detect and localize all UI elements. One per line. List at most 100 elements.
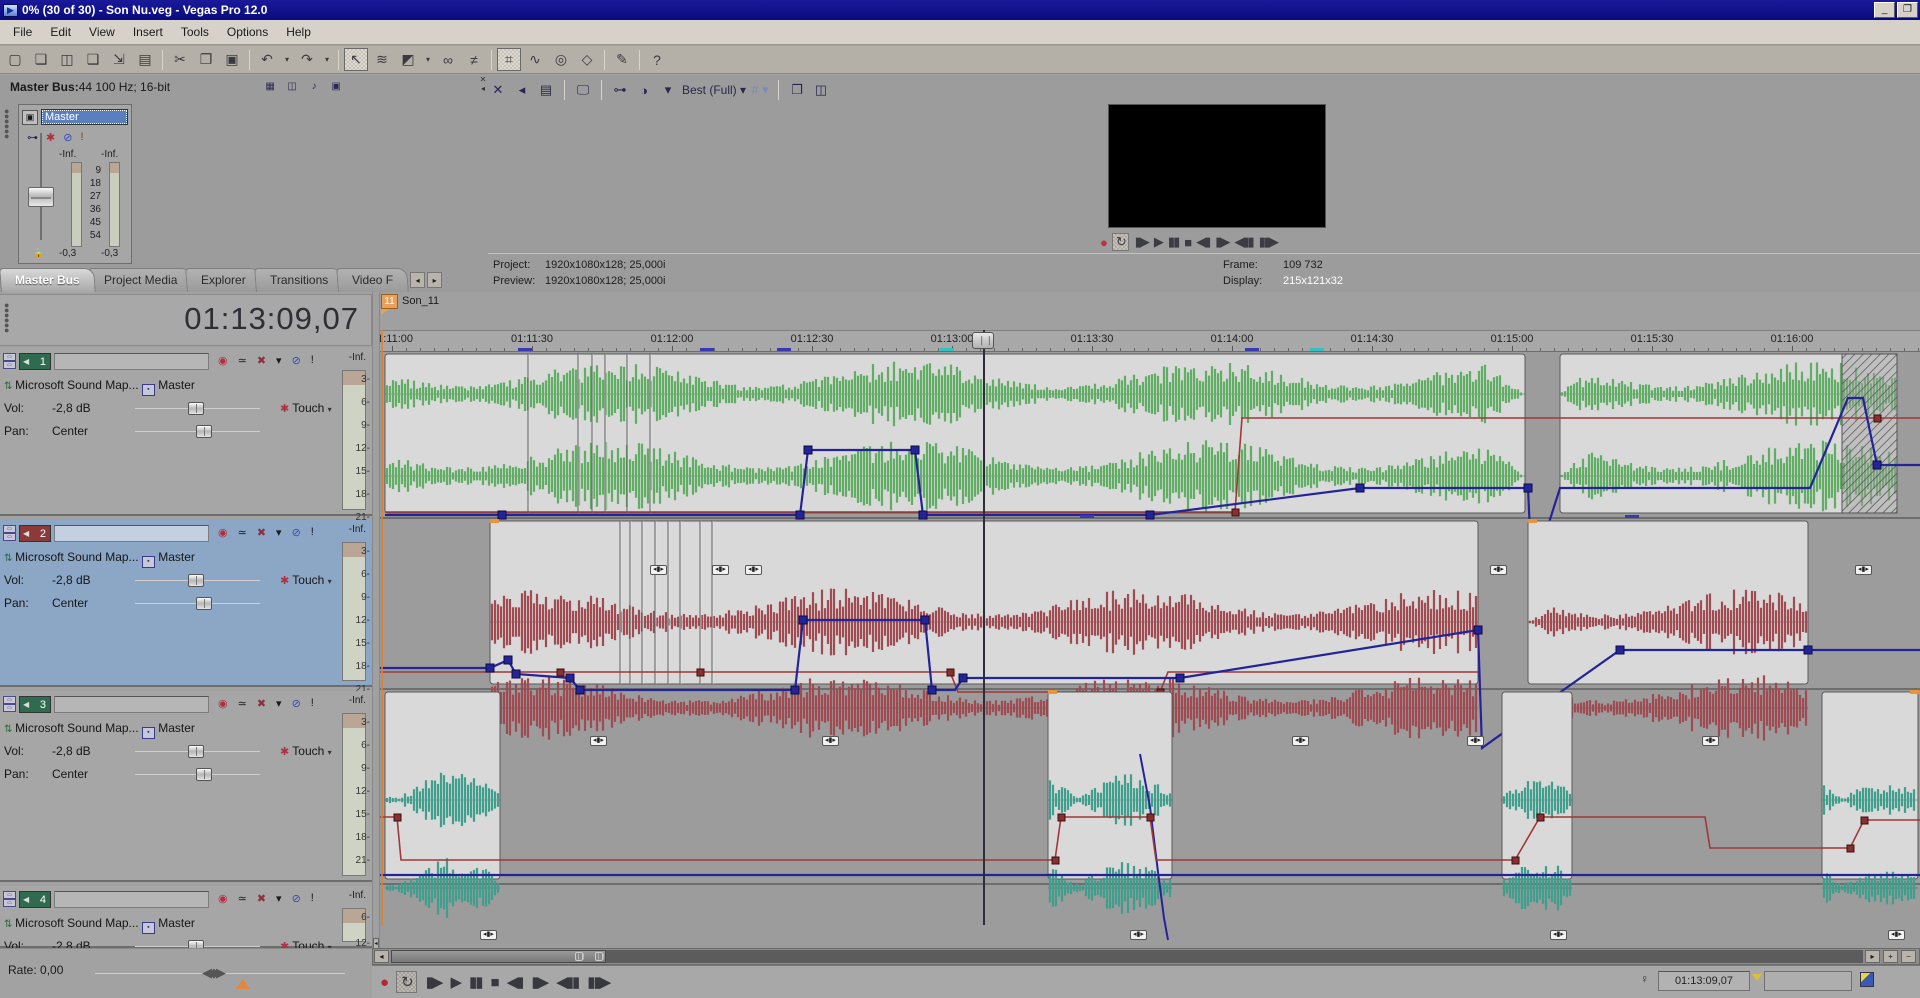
device-name[interactable]: Microsoft Sound Map... (15, 378, 142, 392)
lock-envelopes-button[interactable]: ◎ (549, 48, 573, 71)
project-properties-button[interactable]: ❑ (81, 48, 105, 71)
go-to-start-button[interactable]: ◀▮ (1196, 234, 1209, 250)
zoom-in-button[interactable]: + (1883, 950, 1898, 963)
mute-icon[interactable]: ✖ (257, 697, 266, 710)
record-button[interactable]: ● (380, 974, 387, 991)
track-header-2[interactable]: ▭▭2◀◉≃✖▾⊘!⇅ Microsoft Sound Map... ▪ Mas… (0, 520, 372, 687)
tab-project-media[interactable]: Project Media (88, 268, 193, 292)
loop-playback-button[interactable]: ↻ (1112, 233, 1129, 251)
track-minmax-buttons[interactable]: ▭▭ (3, 696, 17, 713)
enable-snapping-button[interactable]: ⌗ (497, 48, 521, 71)
track-header-4[interactable]: ▭▭4◀◉≃✖▾⊘!⇅ Microsoft Sound Map... ▪ Mas… (0, 886, 372, 948)
track-envelope-icon[interactable]: ≃ (238, 892, 247, 905)
menu-file[interactable]: File (4, 22, 41, 42)
minimize-track-icon[interactable]: ▭ (3, 353, 16, 361)
event-gain-widget[interactable]: ◂▮▸ (1490, 565, 1507, 575)
pan-knob[interactable] (196, 425, 212, 438)
track-name-input[interactable] (54, 891, 209, 908)
preview-dock-grip[interactable]: ✕ ◂ (478, 75, 488, 292)
event-gain-widget[interactable]: ◂▮▸ (650, 565, 667, 575)
track-header-3[interactable]: ▭▭3◀◉≃✖▾⊘!⇅ Microsoft Sound Map... ▪ Mas… (0, 691, 372, 882)
bus-assign-icon[interactable]: ▪ (142, 556, 155, 568)
bus-assign-icon[interactable]: ▪ (142, 384, 155, 396)
playhead[interactable] (983, 330, 985, 925)
marker-label[interactable]: Son_11 (402, 295, 439, 307)
automation-dropdown[interactable]: ▾ (328, 577, 332, 586)
tab-master-bus[interactable]: Master Bus (0, 268, 96, 292)
device-name[interactable]: Microsoft Sound Map... (15, 721, 142, 735)
maximize-track-icon[interactable]: ▭ (3, 533, 16, 541)
bus-name[interactable]: Master (155, 916, 195, 930)
track-minmax-buttons[interactable]: ▭▭ (3, 525, 17, 542)
mute-icon[interactable]: ⊘ (63, 131, 72, 144)
external-monitor-icon[interactable]: 🖵 (573, 80, 593, 100)
undo-dropdown[interactable]: ▾ (281, 48, 293, 71)
device-name[interactable]: Microsoft Sound Map... (15, 550, 142, 564)
master-fader-handle[interactable] (28, 187, 54, 207)
stop-button[interactable]: ■ (1184, 235, 1190, 250)
restore-button[interactable]: ❐ (1897, 2, 1918, 18)
pin-icon[interactable]: ♀ (1640, 972, 1649, 986)
new-project-button[interactable]: ▢ (3, 48, 27, 71)
end-time-box[interactable] (1764, 971, 1852, 991)
automation-settings-icon[interactable]: ✱ (46, 131, 55, 144)
phase-icon[interactable]: ! (311, 526, 314, 539)
overlay-grid-dropdown[interactable]: # ▾ (750, 80, 770, 100)
split-screen-dropdown[interactable]: ▾ (658, 80, 678, 100)
zoom-grip[interactable]: ❘❘ (575, 952, 583, 961)
undo-button[interactable]: ↶ (255, 48, 279, 71)
event-gain-widget[interactable]: ◂▮▸ (745, 565, 762, 575)
edit-tool-dropdown[interactable]: ▾ (422, 48, 434, 71)
zoom-out-button[interactable]: − (1901, 950, 1916, 963)
master-bus-icon[interactable]: ▣ (22, 110, 38, 125)
arm-record-icon[interactable]: ◉ (218, 697, 228, 710)
pan-value[interactable]: Center (52, 424, 130, 438)
tab-scroll-right[interactable]: ▸ (427, 272, 442, 288)
track-envelope-icon[interactable]: ≃ (238, 697, 247, 710)
solo-icon[interactable]: ⊘ (292, 892, 301, 905)
arm-record-icon[interactable]: ◉ (218, 526, 228, 539)
pause-button[interactable]: ▮▮ (1168, 234, 1178, 250)
split-screen-icon[interactable]: ◑ (634, 80, 654, 100)
cursor-time-display[interactable]: 01:13:09,07 (184, 301, 359, 337)
render-as-button[interactable]: ⇲ (107, 48, 131, 71)
track-name-input[interactable] (54, 353, 209, 370)
play-button[interactable]: ▶ (1154, 234, 1162, 250)
volume-knob[interactable] (188, 745, 204, 758)
menu-options[interactable]: Options (218, 22, 277, 42)
scrollbar-track[interactable] (391, 950, 1863, 963)
horizontal-scrollbar[interactable]: ◂ ❘❘ ❘❘ ▸ + − (372, 948, 1920, 965)
transport-timecode[interactable]: 01:13:09,07 (1658, 971, 1750, 991)
next-frame-button[interactable]: ▮▮▶ (587, 973, 609, 991)
tab-scroll-left[interactable]: ◂ (410, 272, 425, 288)
ungroup-button[interactable]: ≠ (462, 48, 486, 71)
scroll-right-button[interactable]: ▸ (1865, 950, 1880, 963)
loop-playback-button[interactable]: ↻ (396, 971, 417, 993)
panel-grip[interactable]: ●●●●●● (4, 303, 10, 333)
undock-icon[interactable]: ◂ (478, 84, 488, 93)
track-name-input[interactable] (54, 525, 209, 542)
pause-button[interactable]: ▮▮ (469, 973, 482, 991)
ignore-grouping-button[interactable]: ◇ (575, 48, 599, 71)
routing-icon[interactable]: ⇅ (4, 381, 15, 392)
track-minmax-buttons[interactable]: ▭▭ (3, 891, 17, 908)
event-gain-widget[interactable]: ◂▮▸ (1888, 930, 1905, 940)
bus-assign-icon[interactable]: ▪ (142, 922, 155, 934)
maximize-track-icon[interactable]: ▭ (3, 704, 16, 712)
lock-icon[interactable]: 🔒 (33, 248, 44, 259)
automation-gear-icon[interactable]: ✱ (280, 575, 292, 587)
device-name[interactable]: Microsoft Sound Map... (15, 916, 142, 930)
close-icon[interactable]: ✕ (488, 80, 508, 100)
stop-button[interactable]: ■ (491, 974, 498, 991)
playhead-grip[interactable] (972, 332, 994, 349)
automation-mode[interactable]: Touch (292, 573, 327, 587)
event-gain-widget[interactable]: ◂▮▸ (1702, 736, 1719, 746)
selection-edit-tool-button[interactable]: ◩ (396, 48, 420, 71)
volume-value[interactable]: -2,8 dB (52, 744, 130, 758)
routing-icon[interactable]: ⇅ (4, 553, 15, 564)
save-snapshot-icon[interactable]: ◫ (811, 80, 831, 100)
redo-dropdown[interactable]: ▾ (321, 48, 333, 71)
menu-edit[interactable]: Edit (41, 22, 80, 42)
bus-name[interactable]: Master (155, 378, 195, 392)
track-envelope-icon[interactable]: ≃ (238, 526, 247, 539)
